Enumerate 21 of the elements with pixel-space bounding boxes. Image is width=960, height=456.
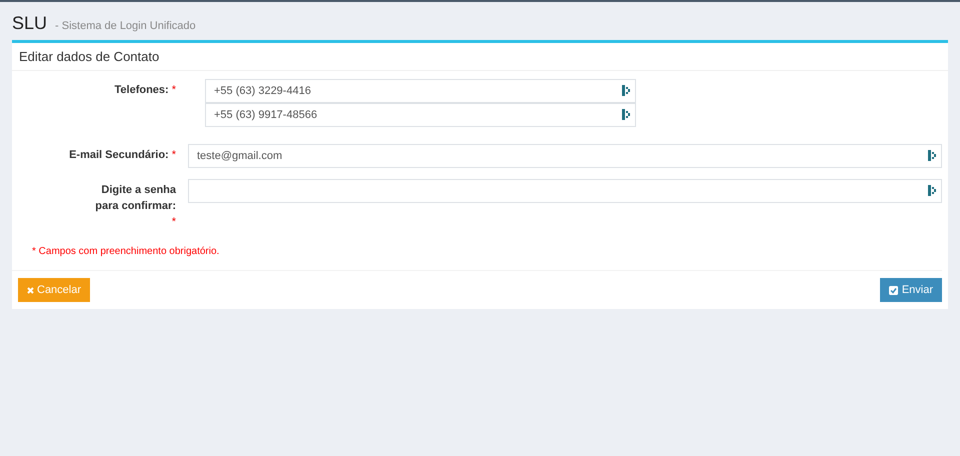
required-mark: *	[172, 83, 176, 98]
close-icon	[27, 286, 34, 294]
password-manager-icon[interactable]	[622, 85, 630, 96]
card-title: Editar dados de Contato	[19, 48, 160, 66]
required-mark: *	[172, 148, 176, 163]
password-manager-icon[interactable]	[622, 109, 630, 120]
field-label: E-mail Secundário:	[69, 148, 169, 163]
check-icon	[888, 286, 898, 294]
phone-field[interactable]: +55 (63) 9917-48566	[205, 103, 636, 127]
password-manager-icon[interactable]	[928, 185, 936, 196]
password-manager-icon[interactable]	[928, 150, 936, 161]
field-label: Telefones:	[114, 83, 169, 98]
submit-button[interactable]: Enviar	[880, 278, 942, 302]
email-field[interactable]: teste@gmail.com	[188, 144, 942, 168]
field-label: Digite a senha para confirmar:	[94, 183, 176, 214]
required-mark: *	[172, 215, 176, 230]
app-title: SLU	[12, 12, 48, 35]
app-subtitle: - Sistema de Login Unificado	[55, 19, 196, 34]
required-note: * Campos com preenchimento obrigatório.	[32, 246, 220, 257]
password-field[interactable]	[188, 179, 942, 203]
phone-field[interactable]: +55 (63) 3229-4416	[205, 79, 636, 103]
